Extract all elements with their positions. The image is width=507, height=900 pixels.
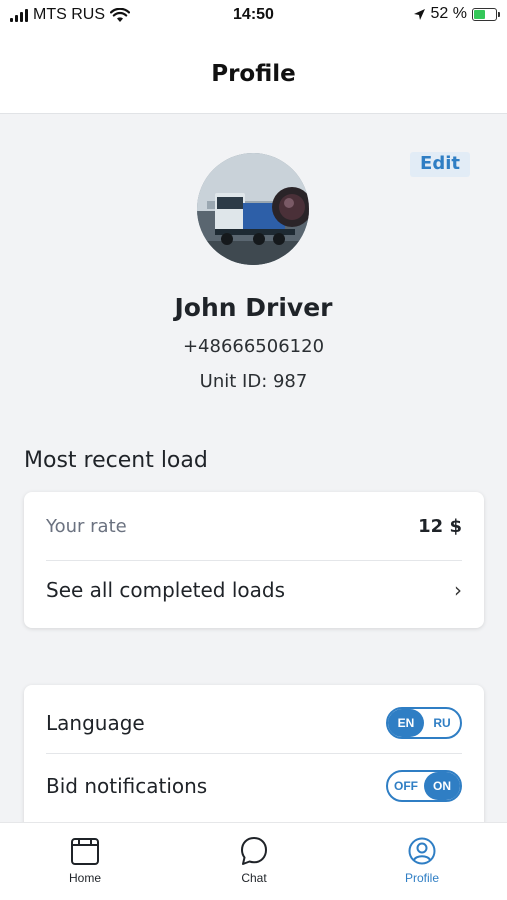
language-toggle[interactable]: EN RU [386, 707, 462, 739]
home-icon [71, 838, 99, 865]
bid-notifications-toggle[interactable]: OFF ON [386, 770, 462, 802]
recent-load-heading: Most recent load [24, 448, 208, 473]
tab-profile[interactable]: Profile [372, 835, 472, 885]
navigation-bar: Profile [0, 34, 507, 114]
chat-icon [241, 837, 267, 865]
truck-photo-icon [197, 153, 309, 265]
tab-chat[interactable]: Chat [204, 835, 304, 885]
status-bar: MTS RUS 14:50 52 % [0, 0, 507, 34]
battery-percent: 52 % [430, 5, 467, 22]
battery-fill [474, 9, 485, 19]
see-all-loads-row[interactable]: See all completed loads › [46, 578, 462, 602]
tab-home-label: Home [68, 871, 101, 885]
bid-notifications-row: Bid notifications OFF ON [46, 770, 462, 802]
location-arrow-icon [413, 8, 425, 20]
language-label: Language [46, 711, 145, 735]
language-row: Language EN RU [46, 707, 462, 739]
profile-name: John Driver [174, 293, 333, 322]
see-all-loads-label: See all completed loads [46, 578, 286, 602]
divider [46, 560, 462, 561]
rate-value: 12 $ [418, 516, 462, 537]
language-option-ru[interactable]: RU [424, 709, 460, 737]
language-option-en[interactable]: EN [388, 709, 424, 737]
settings-card: Language EN RU Bid notifications OFF ON [24, 685, 484, 835]
page-title: Profile [211, 60, 296, 87]
bid-notifications-option-off[interactable]: OFF [388, 772, 424, 800]
tab-profile-label: Profile [404, 871, 439, 885]
bid-notifications-label: Bid notifications [46, 774, 208, 798]
rate-label: Your rate [46, 516, 127, 537]
bid-notifications-option-on[interactable]: ON [424, 772, 460, 800]
profile-phone: +48666506120 [182, 336, 325, 357]
profile-unit-id: Unit ID: 987 [199, 371, 308, 392]
status-right: 52 % [413, 5, 500, 23]
tab-bar: Home Chat Profile [0, 822, 507, 900]
chevron-right-icon: › [454, 578, 462, 602]
divider [46, 753, 462, 754]
tab-chat-label: Chat [241, 871, 267, 885]
edit-profile-button[interactable]: Edit [410, 152, 470, 177]
profile-icon [408, 837, 436, 865]
tab-home[interactable]: Home [35, 835, 135, 885]
rate-row: Your rate 12 $ [46, 516, 462, 537]
recent-load-card: Your rate 12 $ See all completed loads › [24, 492, 484, 628]
avatar [197, 153, 309, 265]
battery-icon [472, 7, 500, 21]
